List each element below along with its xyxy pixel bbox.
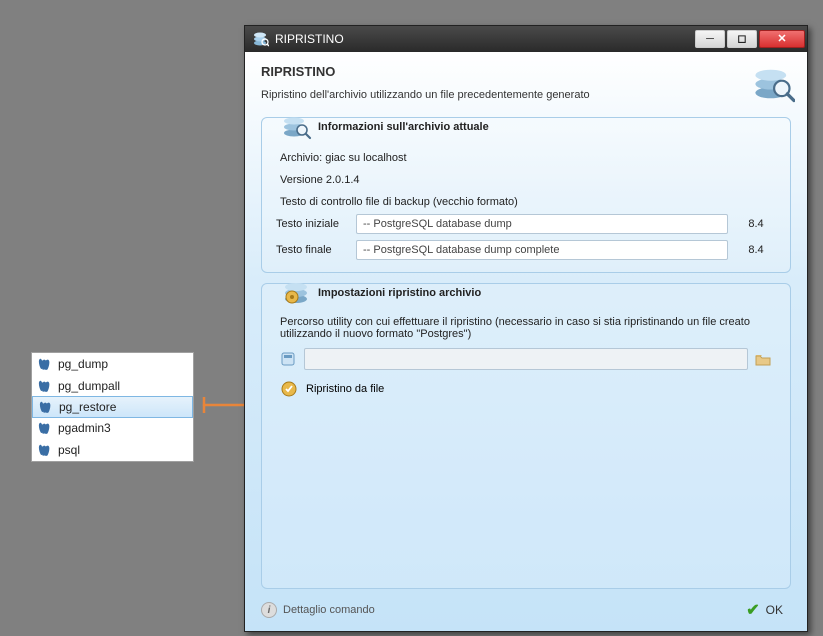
database-search-icon [282,112,312,142]
row-initial-text: Testo iniziale 8.4 [276,214,776,234]
database-gear-icon [282,278,312,308]
version-label: Versione 2.0.1.4 [280,174,772,186]
check-icon: ✔ [746,600,759,620]
menu-item-pg_dump[interactable]: pg_dump [32,353,193,375]
window-client: RIPRISTINO Ripristino dell'archivio util… [245,52,807,631]
close-icon: ✕ [777,34,786,45]
dialog-footer: i Dettaglio comando ✔ OK [261,589,791,623]
panel-title: Informazioni sull'archivio attuale [312,121,489,133]
check-text-label: Testo di controllo file di backup (vecch… [280,196,772,208]
menu-item-psql[interactable]: psql [32,439,193,461]
detail-command-button[interactable]: i Dettaglio comando [261,602,375,618]
window-icon [253,31,269,47]
postgres-icon [39,400,53,414]
menu-item-pgadmin3[interactable]: pgadmin3 [32,417,193,439]
postgres-icon [38,421,52,435]
postgres-icon [38,357,52,371]
row-final-text: Testo finale 8.4 [276,240,776,260]
menu-item-label: psql [58,443,80,457]
maximize-icon: ◻ [737,34,746,45]
close-button[interactable]: ✕ [759,30,805,48]
restore-file-icon [280,380,298,398]
initial-text-input[interactable] [356,214,728,234]
panel-title: Impostazioni ripristino archivio [312,287,481,299]
page-title: RIPRISTINO [261,64,741,79]
window-title: RIPRISTINO [275,32,693,46]
ok-button[interactable]: ✔ OK [738,597,791,623]
context-menu: pg_dump pg_dumpall pg_restore pgadmin3 p… [31,352,194,462]
menu-item-label: pg_restore [59,400,116,414]
menu-item-label: pg_dump [58,357,108,371]
app-icon [280,350,298,368]
archive-label: Archivio: giac su localhost [280,152,772,164]
initial-text-label: Testo iniziale [276,218,356,230]
final-text-input[interactable] [356,240,728,260]
folder-browse-icon[interactable] [754,350,772,368]
panel-restore-settings: Impostazioni ripristino archivio Percors… [261,283,791,589]
ok-label: OK [766,603,783,617]
ripristino-window: RIPRISTINO ─ ◻ ✕ RIPRISTINO Ripristino d… [244,25,808,632]
final-text-version: 8.4 [736,244,776,256]
minimize-button[interactable]: ─ [695,30,725,48]
postgres-icon [38,379,52,393]
postgres-icon [38,443,52,457]
minimize-icon: ─ [706,34,714,45]
detail-command-label: Dettaglio comando [283,604,375,616]
panel-archive-info: Informazioni sull'archivio attuale Archi… [261,117,791,273]
maximize-button[interactable]: ◻ [727,30,757,48]
menu-item-pg_restore[interactable]: pg_restore [32,396,193,418]
page-subtitle: Ripristino dell'archivio utilizzando un … [261,89,741,101]
page-header: RIPRISTINO Ripristino dell'archivio util… [261,64,791,101]
menu-item-pg_dumpall[interactable]: pg_dumpall [32,375,193,397]
initial-text-version: 8.4 [736,218,776,230]
menu-item-label: pgadmin3 [58,421,111,435]
restore-from-file-label[interactable]: Ripristino da file [306,383,384,395]
utility-path-input[interactable] [304,348,748,370]
titlebar[interactable]: RIPRISTINO ─ ◻ ✕ [245,26,807,52]
utility-path-desc: Percorso utility con cui effettuare il r… [280,316,772,340]
database-search-icon [751,62,795,106]
menu-item-label: pg_dumpall [58,379,120,393]
info-icon: i [261,602,277,618]
final-text-label: Testo finale [276,244,356,256]
